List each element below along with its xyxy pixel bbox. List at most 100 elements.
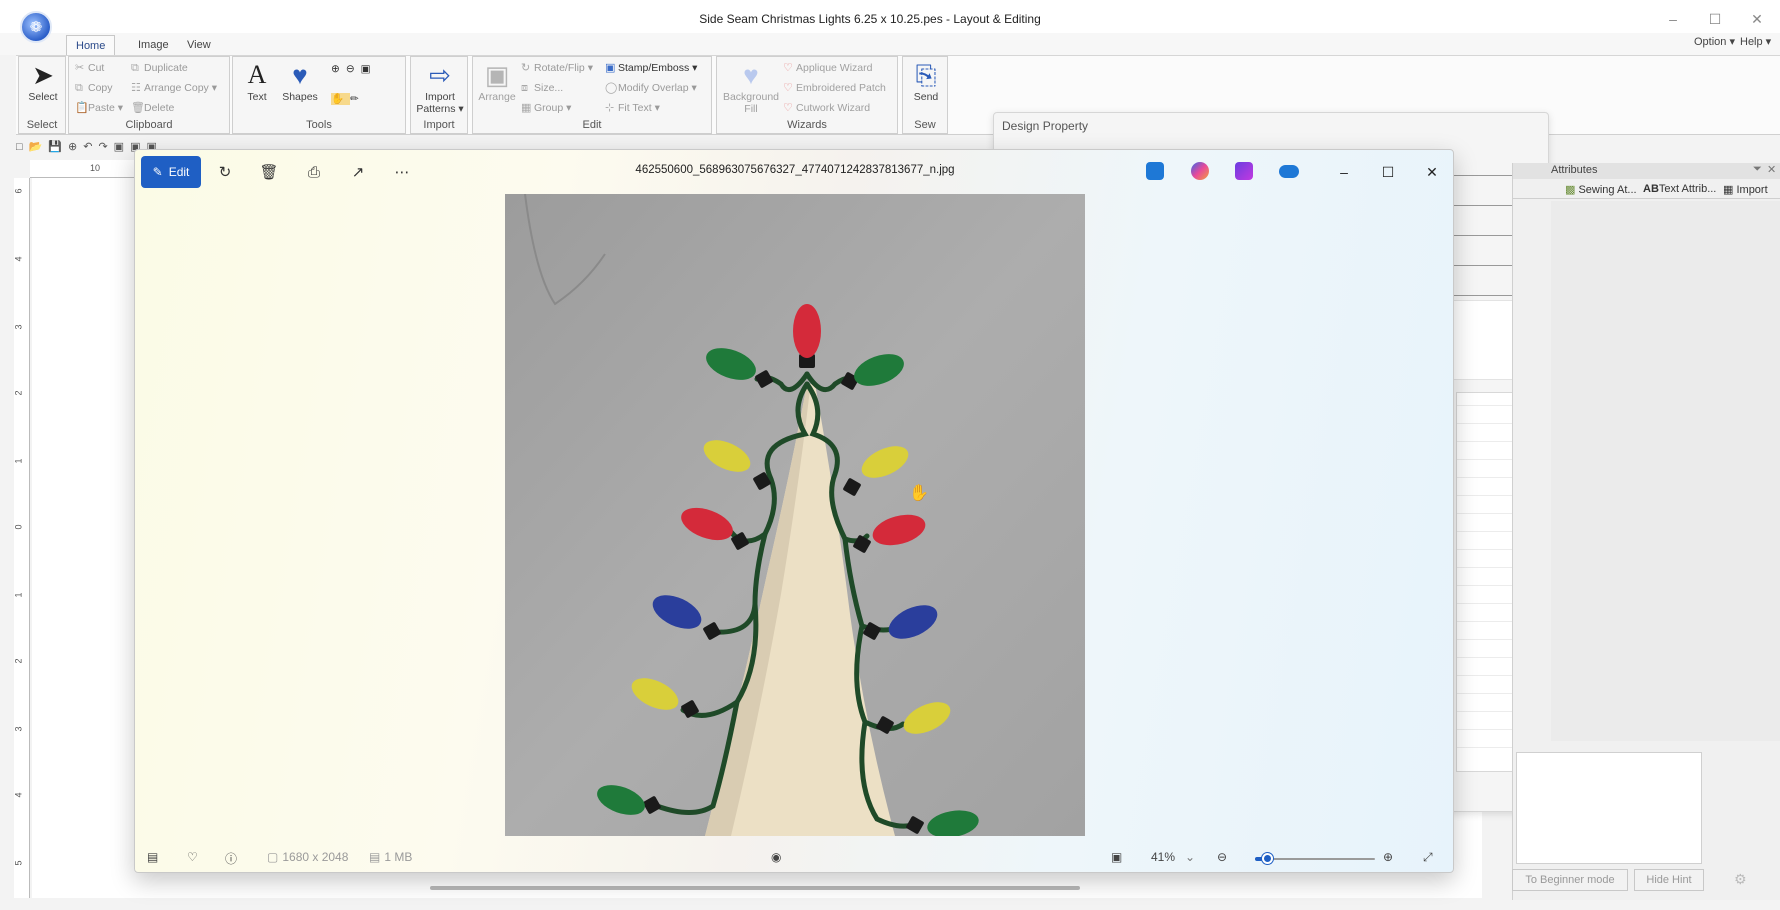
- app-maximize-button[interactable]: ☐: [1700, 8, 1730, 30]
- copy-button[interactable]: ⧉ Copy: [75, 80, 113, 96]
- fit-to-window-icon[interactable]: ▣: [1111, 850, 1122, 864]
- beginner-mode-button[interactable]: To Beginner mode: [1512, 869, 1628, 891]
- app-minimize-button[interactable]: –: [1658, 8, 1688, 30]
- ruler-top: 10: [30, 160, 150, 178]
- maximize-button[interactable]: ☐: [1375, 160, 1401, 184]
- tab-text-attributes[interactable]: ABText Attrib...: [1643, 183, 1716, 195]
- fullscreen-icon[interactable]: ⤢: [1423, 850, 1433, 865]
- onedrive-icon[interactable]: [1279, 165, 1299, 178]
- fit-text-icon: ⊹: [605, 102, 615, 114]
- zoom-in-icon[interactable]: ⊕: [331, 63, 346, 75]
- image-dimensions: ▢ 1680 x 2048: [267, 850, 348, 864]
- cutwork-wizard-button[interactable]: ♡ Cutwork Wizard: [783, 100, 870, 116]
- ruler-top-tick: 10: [90, 163, 101, 173]
- arrange-copy-button[interactable]: ☷ Arrange Copy ▾: [131, 80, 217, 96]
- dimensions-label: 1680 x 2048: [282, 850, 349, 864]
- arrange-icon: ▣: [484, 60, 510, 90]
- copy-icon: ⧉: [75, 82, 83, 94]
- delete-button[interactable]: 🗑Delete: [131, 100, 174, 116]
- info-icon[interactable]: ⓘ: [225, 850, 237, 867]
- text-tool-label: Text: [247, 91, 267, 103]
- hand-measure-tools[interactable]: ✋✏: [331, 91, 365, 107]
- option-label: Option: [1694, 36, 1727, 48]
- applique-wizard-button[interactable]: ♡ Applique Wizard: [783, 60, 872, 76]
- import-label: Import: [425, 91, 455, 103]
- select-button[interactable]: ➤ Select: [23, 61, 63, 103]
- fit-text-button[interactable]: ⊹ Fit Text ▾: [605, 100, 660, 116]
- modify-overlap-button[interactable]: ◯Modify Overlap ▾: [605, 80, 697, 96]
- cursor-arrow-icon: ➤: [32, 60, 54, 90]
- ribbon-group-tools: A Text ♥ Shapes ⊕⊖▣ ✋✏ Tools: [232, 56, 406, 134]
- copilot-icon[interactable]: [1191, 162, 1209, 180]
- photo-editor-app-icon[interactable]: [1146, 162, 1164, 180]
- rotate-flip-button[interactable]: ↻ Rotate/Flip ▾: [521, 60, 593, 76]
- ruler-tick: 5: [13, 860, 24, 866]
- text-a-icon: A: [247, 60, 267, 89]
- clipchamp-icon[interactable]: [1235, 162, 1253, 180]
- tab-view[interactable]: View: [178, 35, 220, 55]
- ruler-tick: 3: [13, 324, 24, 330]
- hand-pan-icon[interactable]: ✋: [331, 93, 351, 105]
- zoom-slider-thumb[interactable]: [1262, 853, 1273, 864]
- close-icon[interactable]: ✕: [1767, 163, 1776, 176]
- zoom-in-icon[interactable]: ⊕: [1383, 850, 1393, 864]
- send-button[interactable]: ⎘ Send: [905, 61, 947, 103]
- size-label: Size...: [534, 82, 564, 94]
- group-button[interactable]: ▦ Group ▾: [521, 100, 571, 116]
- delete-icon: 🗑: [131, 102, 145, 114]
- paste-label: Paste: [88, 102, 115, 114]
- photo-filename: 462550600_568963075676327_47740712428378…: [635, 164, 955, 176]
- text-tool-button[interactable]: A Text: [239, 60, 275, 104]
- text-ab-icon: AB: [1643, 183, 1659, 195]
- tab-home[interactable]: Home: [66, 35, 116, 55]
- ruler-left: 6 4 3 2 1 0 1 2 3 4 5: [14, 178, 30, 898]
- app-titlebar: Side Seam Christmas Lights 6.25 x 10.25.…: [0, 0, 1780, 36]
- favorite-icon[interactable]: ♡: [187, 850, 198, 864]
- embroidered-lights-photo: ✋: [505, 194, 1085, 836]
- pin-icon[interactable]: ⏷: [1753, 163, 1762, 176]
- duplicate-label: Duplicate: [144, 62, 188, 74]
- shapes-button[interactable]: ♥ Shapes: [277, 61, 323, 103]
- cut-button[interactable]: ✂ Cut: [75, 60, 104, 76]
- zoom-fit-icon[interactable]: ▣: [361, 63, 377, 75]
- tab-import[interactable]: ▦ Import: [1723, 183, 1768, 196]
- size-button[interactable]: ⧈ Size...: [521, 80, 563, 96]
- background-fill-button[interactable]: ♥ Background Fill: [719, 61, 783, 115]
- zoom-dropdown[interactable]: 41% ⌄: [1151, 850, 1195, 864]
- group-btn-label: Group: [534, 102, 564, 114]
- app-logo-icon[interactable]: ❁: [20, 11, 52, 43]
- duplicate-button[interactable]: ⧉ Duplicate: [131, 60, 188, 76]
- zoom-out-icon[interactable]: ⊖: [1217, 850, 1227, 864]
- measure-icon[interactable]: ✏: [350, 93, 365, 105]
- patterns-label: Patterns: [416, 103, 456, 115]
- minimize-button[interactable]: –: [1331, 160, 1357, 184]
- arrange-label: Arrange: [478, 91, 516, 103]
- zoom-out-icon[interactable]: ⊖: [346, 63, 361, 75]
- group-icon: ▦: [521, 102, 532, 114]
- filmstrip-icon[interactable]: ▤: [147, 850, 158, 864]
- tab-sewing-attributes[interactable]: ▩ Sewing At...: [1565, 183, 1637, 196]
- select-label: Select: [28, 91, 58, 103]
- option-menu[interactable]: Option ▾: [1694, 35, 1735, 48]
- app-close-button[interactable]: ✕: [1742, 8, 1772, 30]
- photo-image[interactable]: ✋: [505, 194, 1085, 836]
- group-label-wizards: Wizards: [787, 119, 827, 131]
- hide-hint-button[interactable]: Hide Hint: [1634, 869, 1704, 891]
- import-patterns-button[interactable]: ⇨ Import Patterns ▾: [413, 61, 467, 115]
- close-button[interactable]: ✕: [1419, 160, 1445, 184]
- stamp-emboss-button[interactable]: ▣ Stamp/Emboss ▾: [605, 60, 697, 76]
- zoom-slider[interactable]: [1255, 853, 1375, 864]
- tab-image[interactable]: Image: [129, 35, 178, 55]
- arrange-copy-label: Arrange Copy: [144, 82, 209, 94]
- visual-search-icon[interactable]: ◉: [771, 850, 781, 864]
- cutwork-label: Cutwork Wizard: [796, 102, 871, 114]
- paste-button[interactable]: 📋Paste ▾: [75, 100, 123, 116]
- help-menu[interactable]: Help ▾: [1740, 35, 1771, 48]
- overlap-icon: ◯: [605, 82, 618, 94]
- horizontal-scrollbar[interactable]: [430, 886, 1080, 890]
- embroidered-patch-button[interactable]: ♡ Embroidered Patch: [783, 80, 886, 96]
- applique-label: Applique Wizard: [796, 62, 873, 74]
- attributes-title: Attributes: [1551, 164, 1598, 176]
- zoom-tools[interactable]: ⊕⊖▣: [331, 61, 377, 77]
- arrange-button[interactable]: ▣ Arrange: [477, 61, 517, 103]
